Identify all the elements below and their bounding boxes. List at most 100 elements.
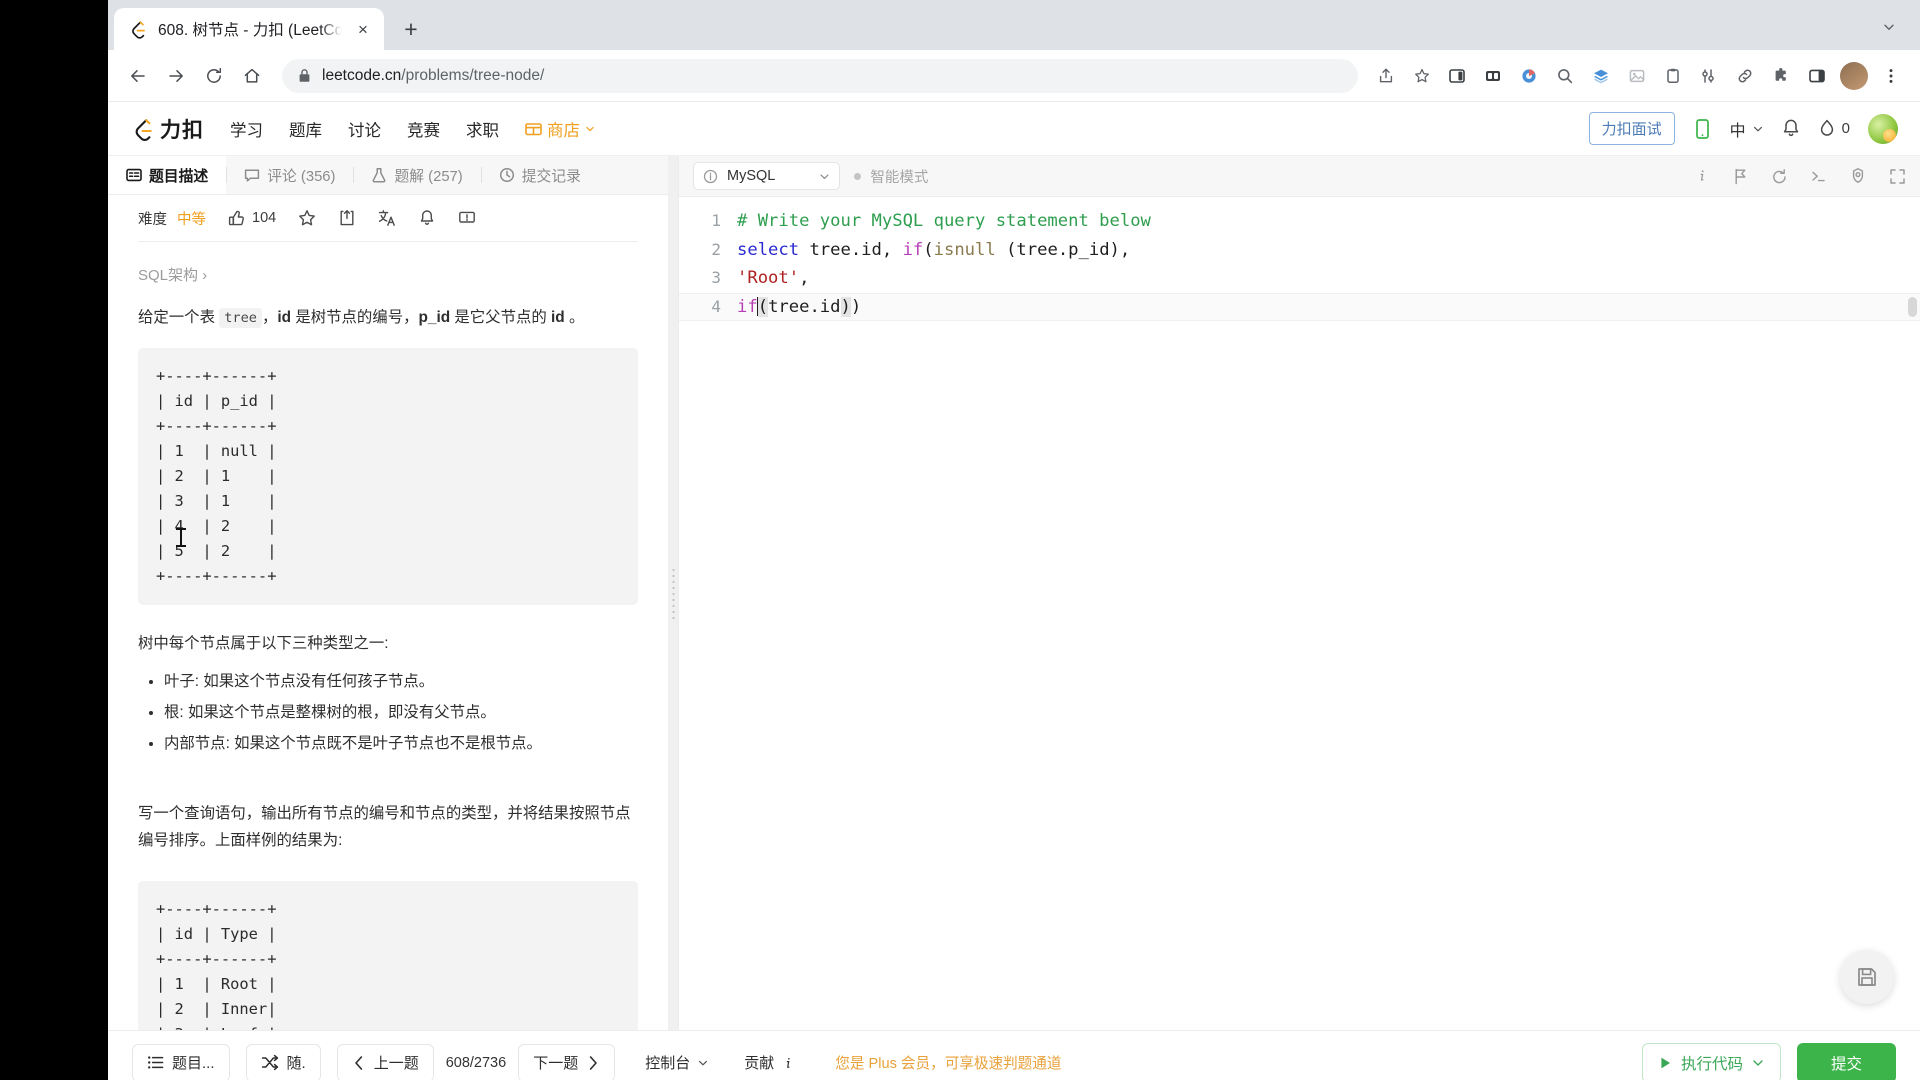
next-problem-button[interactable]: 下一题 [518, 1043, 616, 1080]
code-line[interactable]: 3 'Root', [679, 264, 1920, 293]
browser-menu-icon[interactable] [1874, 59, 1908, 93]
run-code-button[interactable]: 执行代码 [1641, 1042, 1781, 1080]
user-avatar[interactable] [1868, 113, 1898, 144]
tab-solutions[interactable]: 题解 (257) [353, 156, 480, 194]
coin-count: 0 [1841, 120, 1850, 137]
save-icon[interactable] [1840, 950, 1894, 1004]
extension-sliders-icon[interactable] [1692, 59, 1726, 93]
notification-bell-icon[interactable] [1781, 118, 1801, 139]
share-export-icon[interactable] [338, 209, 356, 227]
console-toggle[interactable]: 控制台 [645, 1052, 708, 1073]
editor-pane: MySQL 智能模式 1 # Write your MySQL query st… [678, 156, 1920, 1030]
nav-item-store[interactable]: 商店 [525, 117, 595, 141]
extension-layers-icon[interactable] [1584, 59, 1618, 93]
language-selector[interactable]: 中 [1730, 117, 1763, 141]
difficulty-badge: 难度 中等 [138, 208, 206, 229]
translate-icon[interactable] [378, 209, 396, 227]
mobile-app-icon[interactable] [1693, 118, 1712, 140]
home-button[interactable] [234, 58, 270, 94]
info-icon[interactable] [1694, 168, 1710, 184]
nav-item-problems[interactable]: 题库 [289, 117, 322, 141]
fullscreen-icon[interactable] [1889, 168, 1906, 185]
avatar[interactable] [1840, 61, 1868, 90]
screen-frame: 608. 树节点 - 力扣 (LeetCode) × + leetcode.cn… [0, 0, 1920, 1080]
nav-item-contest[interactable]: 竞赛 [407, 117, 440, 141]
submit-button[interactable]: 提交 [1796, 1042, 1896, 1080]
tab-description[interactable]: 题目描述 [108, 156, 227, 195]
extension-sidepanel-icon[interactable] [1440, 59, 1474, 93]
example-input-table: +----+------+ | id | p_id | +----+------… [138, 348, 638, 605]
feedback-icon[interactable] [458, 209, 476, 227]
leetcode-interview-button[interactable]: 力扣面试 [1588, 112, 1675, 145]
next-problem-label: 下一题 [533, 1055, 579, 1072]
problem-meta-wrap: 难度 中等 104 [108, 195, 668, 243]
tab-submissions-label: 提交记录 [521, 168, 581, 185]
tab-submissions[interactable]: 提交记录 [480, 156, 599, 194]
contribute-button[interactable]: 贡献 [744, 1052, 795, 1073]
prev-problem-button[interactable]: 上一题 [336, 1043, 434, 1080]
extension-search-icon[interactable] [1548, 59, 1582, 93]
problem-list-button[interactable]: 题目... [132, 1043, 230, 1080]
code-line-text: 'Root', [737, 268, 810, 288]
bookmark-star-icon[interactable] [1406, 60, 1438, 92]
contribute-label: 贡献 [744, 1055, 775, 1072]
extension-link-icon[interactable] [1728, 59, 1762, 93]
leetcode-logo[interactable]: 力扣 [130, 114, 204, 144]
editor-toolbar: MySQL 智能模式 [679, 156, 1920, 197]
reset-icon[interactable] [1771, 168, 1788, 185]
tab-comments[interactable]: 评论 (356) [226, 156, 353, 194]
workspace: 题目描述 评论 (356) 题解 (257) 提交记录 难度 中等 104 SQ… [108, 156, 1920, 1030]
line-number: 4 [711, 296, 721, 316]
code-area[interactable]: 1 # Write your MySQL query statement bel… [679, 197, 1920, 1030]
sql-schema-link[interactable]: SQL架构 › [138, 264, 638, 285]
share-icon[interactable] [1370, 60, 1402, 92]
bottom-toolbar: 题目... 随. 上一题 608/2736 下一题 控制台 贡献 您是 Plus… [108, 1030, 1920, 1080]
chevron-down-icon[interactable] [1872, 10, 1906, 44]
code-line-active[interactable]: 4 if(tree.id)) [679, 292, 1920, 321]
nav-item-discuss[interactable]: 讨论 [348, 117, 381, 141]
smart-mode-toggle[interactable]: 智能模式 [854, 166, 928, 187]
browser-tab[interactable]: 608. 树节点 - 力扣 (LeetCode) × [114, 8, 384, 50]
browser-tab-title: 608. 树节点 - 力扣 (LeetCode) [158, 22, 342, 39]
leetcode-nav-items: 学习 题库 讨论 竞赛 求职 商店 [230, 117, 595, 141]
extension-clipboard-icon[interactable] [1656, 59, 1690, 93]
code-line[interactable]: 1 # Write your MySQL query statement bel… [679, 207, 1920, 236]
like-count: 104 [252, 210, 277, 227]
extension-colorful-icon[interactable] [1512, 59, 1546, 93]
language-select[interactable]: MySQL [693, 162, 841, 190]
forward-button[interactable] [158, 58, 194, 94]
extension-sidebar-icon[interactable] [1800, 59, 1834, 93]
terminal-icon[interactable] [1810, 168, 1827, 185]
new-tab-button[interactable]: + [394, 12, 428, 46]
code-line-text: select tree.id, if(isnull (tree.p_id), [737, 239, 1131, 260]
bell-icon[interactable] [418, 209, 436, 227]
close-icon[interactable]: × [352, 18, 374, 40]
address-bar-url: leetcode.cn/problems/tree-node/ [322, 66, 545, 84]
extension-image-icon[interactable] [1620, 59, 1654, 93]
browser-tabstrip: 608. 树节点 - 力扣 (LeetCode) × + [108, 0, 1920, 50]
nav-item-jobs[interactable]: 求职 [466, 117, 499, 141]
leetcode-nav-right: 力扣面试 中 0 [1588, 112, 1898, 145]
code-editor[interactable]: 1 # Write your MySQL query statement bel… [679, 197, 1920, 1030]
extension-grid-icon[interactable] [1476, 59, 1510, 93]
tab-comments-label: 评论 (356) [267, 168, 336, 185]
coin-counter[interactable]: 0 [1819, 119, 1850, 138]
example-output-table: +----+------+ | id | Type | +----+------… [138, 881, 638, 1030]
address-bar[interactable]: leetcode.cn/problems/tree-node/ [282, 58, 1358, 93]
nav-item-study[interactable]: 学习 [230, 117, 263, 141]
settings-icon[interactable] [1849, 167, 1867, 185]
flag-icon[interactable] [1732, 168, 1749, 185]
task-description: 写一个查询语句，输出所有节点的编号和节点的类型，并将结果按照节点编号排序。上面样… [138, 805, 631, 850]
random-problem-button[interactable]: 随. [245, 1043, 321, 1080]
reload-button[interactable] [196, 58, 232, 94]
editor-scrollbar[interactable] [1908, 297, 1917, 317]
back-button[interactable] [120, 58, 156, 94]
list-item: 内部节点: 如果这个节点既不是叶子节点也不是根节点。 [164, 729, 638, 760]
extension-puzzle-icon[interactable] [1764, 59, 1798, 93]
star-icon[interactable] [298, 209, 316, 227]
code-line[interactable]: 2 select tree.id, if(isnull (tree.p_id), [679, 236, 1920, 265]
pane-splitter[interactable] [668, 156, 678, 1030]
like-button[interactable]: 104 [228, 210, 276, 227]
leetcode-logo-text: 力扣 [160, 118, 204, 142]
line-number: 1 [711, 211, 721, 230]
